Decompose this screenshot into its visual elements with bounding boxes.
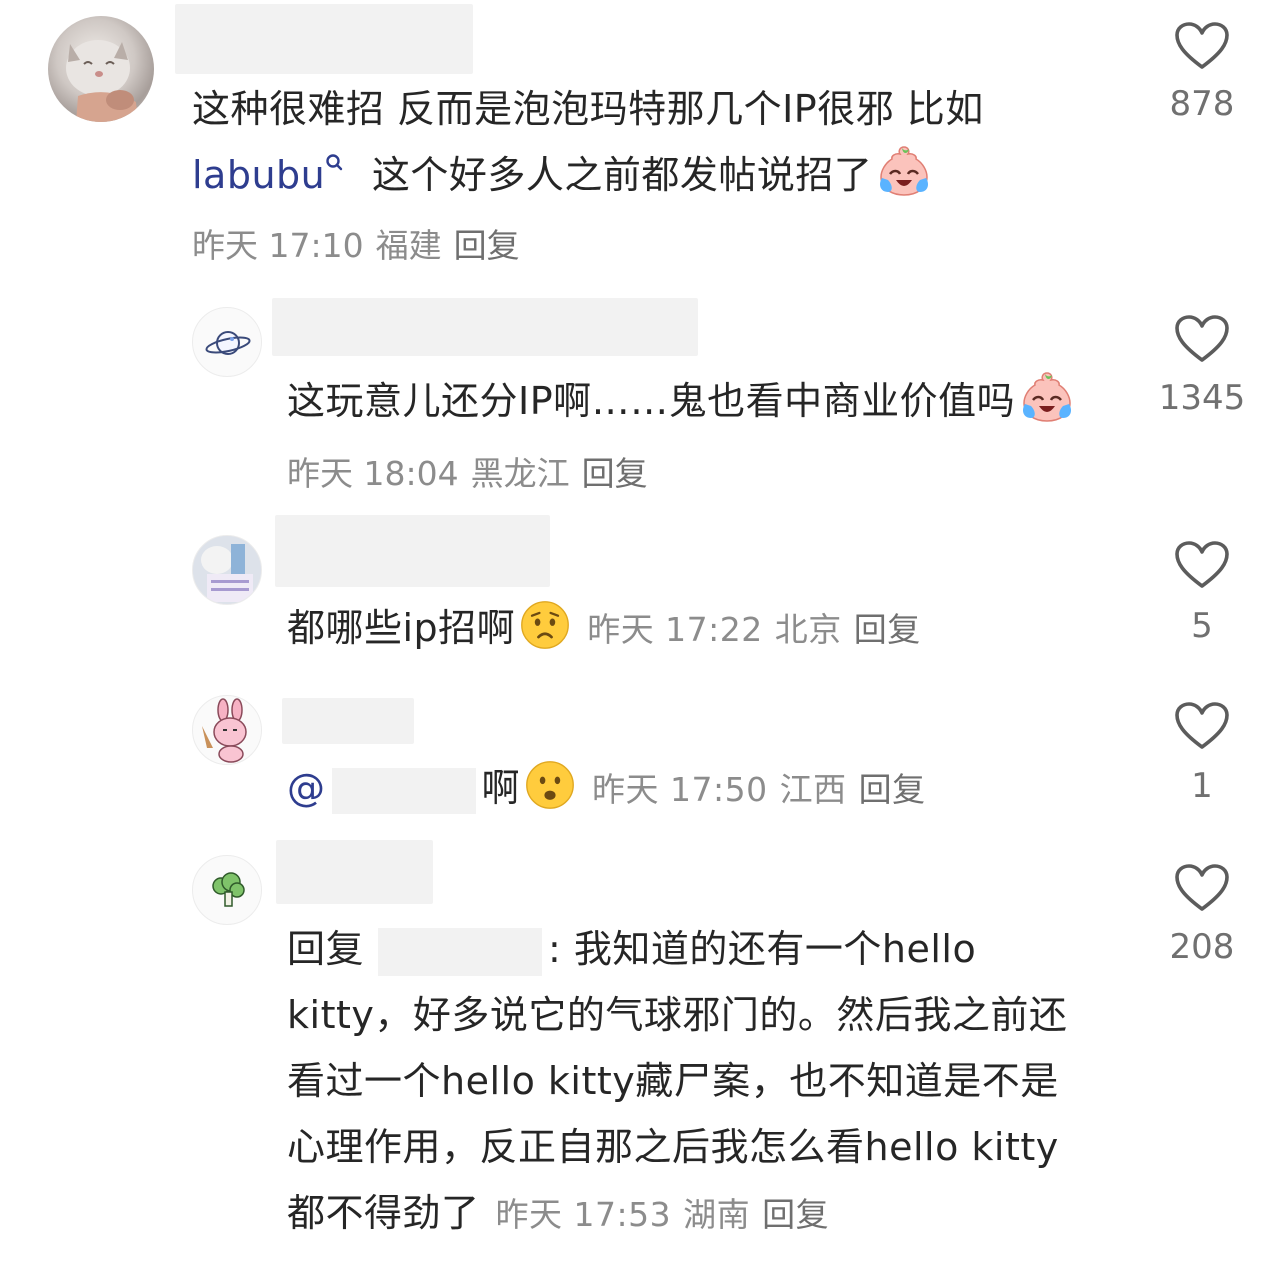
comment-text[interactable]: labubu 这个好多人之前都发帖说招了 [192, 142, 932, 208]
mention-at[interactable]: @ [287, 766, 326, 810]
reply-button[interactable]: 回复 [854, 610, 921, 649]
username-redacted[interactable] [272, 298, 698, 356]
comment-text-line: kitty，好多说它的气球邪门的。然后我之前还 [287, 993, 1068, 1037]
reply-button[interactable]: 回复 [859, 770, 926, 809]
worried-emoji [519, 599, 571, 651]
surprised-emoji [524, 759, 576, 811]
comment-time: 昨天 18:04 [287, 454, 459, 493]
comment-time: 昨天 17:10 [192, 226, 364, 265]
username-redacted[interactable] [275, 515, 550, 587]
avatar[interactable] [48, 16, 154, 122]
comment-meta: 昨天 18:04 黑龙江 回复 [287, 447, 660, 495]
comment-text-line: 看过一个hello kitty藏尸案，也不知道是不是 [287, 1059, 1059, 1103]
username-redacted[interactable] [276, 840, 433, 904]
comment-meta: 昨天 17:50 江西 回复 [592, 770, 938, 809]
like-count: 5 [1191, 606, 1213, 646]
comment-text-line: 都不得劲了 [287, 1191, 480, 1235]
avatar[interactable] [192, 855, 262, 925]
comment-text-line2: 这个好多人之前都发帖说招了 [371, 153, 873, 197]
comment-text[interactable]: 看过一个hello kitty藏尸案，也不知道是不是 [287, 1048, 1059, 1114]
mention-redacted[interactable] [331, 767, 476, 814]
comment-text-line: 都哪些ip招啊 [287, 606, 516, 650]
like-heart-icon[interactable] [1175, 702, 1229, 750]
comment-meta: 昨天 17:10 福建 回复 [192, 219, 532, 267]
like-heart-icon[interactable] [1175, 315, 1229, 363]
comment-location: 北京 [774, 610, 842, 649]
like-count: 878 [1169, 84, 1235, 124]
comment-text[interactable]: 都不得劲了 昨天 17:53 湖南 回复 [287, 1180, 841, 1248]
comment-time: 昨天 17:50 [592, 770, 768, 809]
comment-meta: 昨天 17:53 湖南 回复 [496, 1195, 842, 1234]
comment-text[interactable]: 这种很难招 反而是泡泡玛特那几个IP很邪 比如 [192, 76, 984, 142]
comment-location: 福建 [375, 226, 442, 265]
comment-text[interactable]: kitty，好多说它的气球邪门的。然后我之前还 [287, 982, 1067, 1048]
avatar[interactable] [192, 695, 262, 765]
reply-button[interactable]: 回复 [762, 1195, 829, 1234]
comment-text-line: : 我知道的还有一个hello [548, 927, 977, 971]
username-redacted[interactable] [282, 698, 414, 744]
like-count: 1345 [1158, 378, 1246, 418]
reply-button[interactable]: 回复 [582, 454, 648, 493]
username-redacted[interactable] [175, 4, 473, 74]
comment-text[interactable]: @ 啊 昨天 17:50 江西 回复 [287, 755, 938, 823]
comment-text-line1: 这种很难招 反而是泡泡玛特那几个IP很邪 比如 [192, 87, 984, 131]
reply-target-redacted[interactable] [378, 927, 543, 976]
laugh-cry-emoji [1019, 368, 1075, 424]
bunny-icon [202, 698, 247, 763]
reply-prefix: 回复 [287, 927, 365, 971]
comment-meta: 昨天 17:22 北京 回复 [587, 610, 933, 649]
like-count: 1 [1191, 766, 1213, 806]
search-link-labubu[interactable]: labubu [192, 153, 325, 197]
search-icon[interactable] [325, 152, 345, 176]
comment-location: 湖南 [683, 1195, 751, 1234]
comment-text[interactable]: 心理作用，反正自那之后我怎么看hello kitty [287, 1114, 1059, 1180]
comment-text[interactable]: 都哪些ip招啊 昨天 17:22 北京 回复 [287, 595, 933, 663]
comment-text-line: 心理作用，反正自那之后我怎么看hello kitty [287, 1125, 1059, 1169]
reply-button[interactable]: 回复 [454, 226, 520, 265]
comment-text-line: 啊 [481, 766, 521, 810]
like-count: 208 [1169, 927, 1235, 967]
like-heart-icon[interactable] [1175, 864, 1229, 912]
comment-text-line: 这玩意儿还分IP啊……鬼也看中商业价值吗 [287, 379, 1016, 423]
like-heart-icon[interactable] [1175, 22, 1229, 70]
comment-time: 昨天 17:22 [587, 610, 763, 649]
laugh-cry-emoji [876, 142, 932, 198]
broccoli-icon [212, 872, 245, 907]
avatar[interactable] [192, 535, 262, 605]
plush-photo-icon [193, 536, 261, 604]
planet-icon [205, 331, 251, 355]
cat-photo-icon [66, 40, 138, 122]
comment-time: 昨天 17:53 [495, 1195, 672, 1234]
comment-location: 江西 [779, 770, 847, 809]
avatar[interactable] [192, 307, 262, 377]
like-heart-icon[interactable] [1175, 541, 1229, 589]
comment-text[interactable]: 这玩意儿还分IP啊……鬼也看中商业价值吗 [287, 368, 1075, 434]
comment-location: 黑龙江 [470, 454, 570, 493]
comment-text[interactable]: 回复 : 我知道的还有一个hello [287, 916, 976, 982]
